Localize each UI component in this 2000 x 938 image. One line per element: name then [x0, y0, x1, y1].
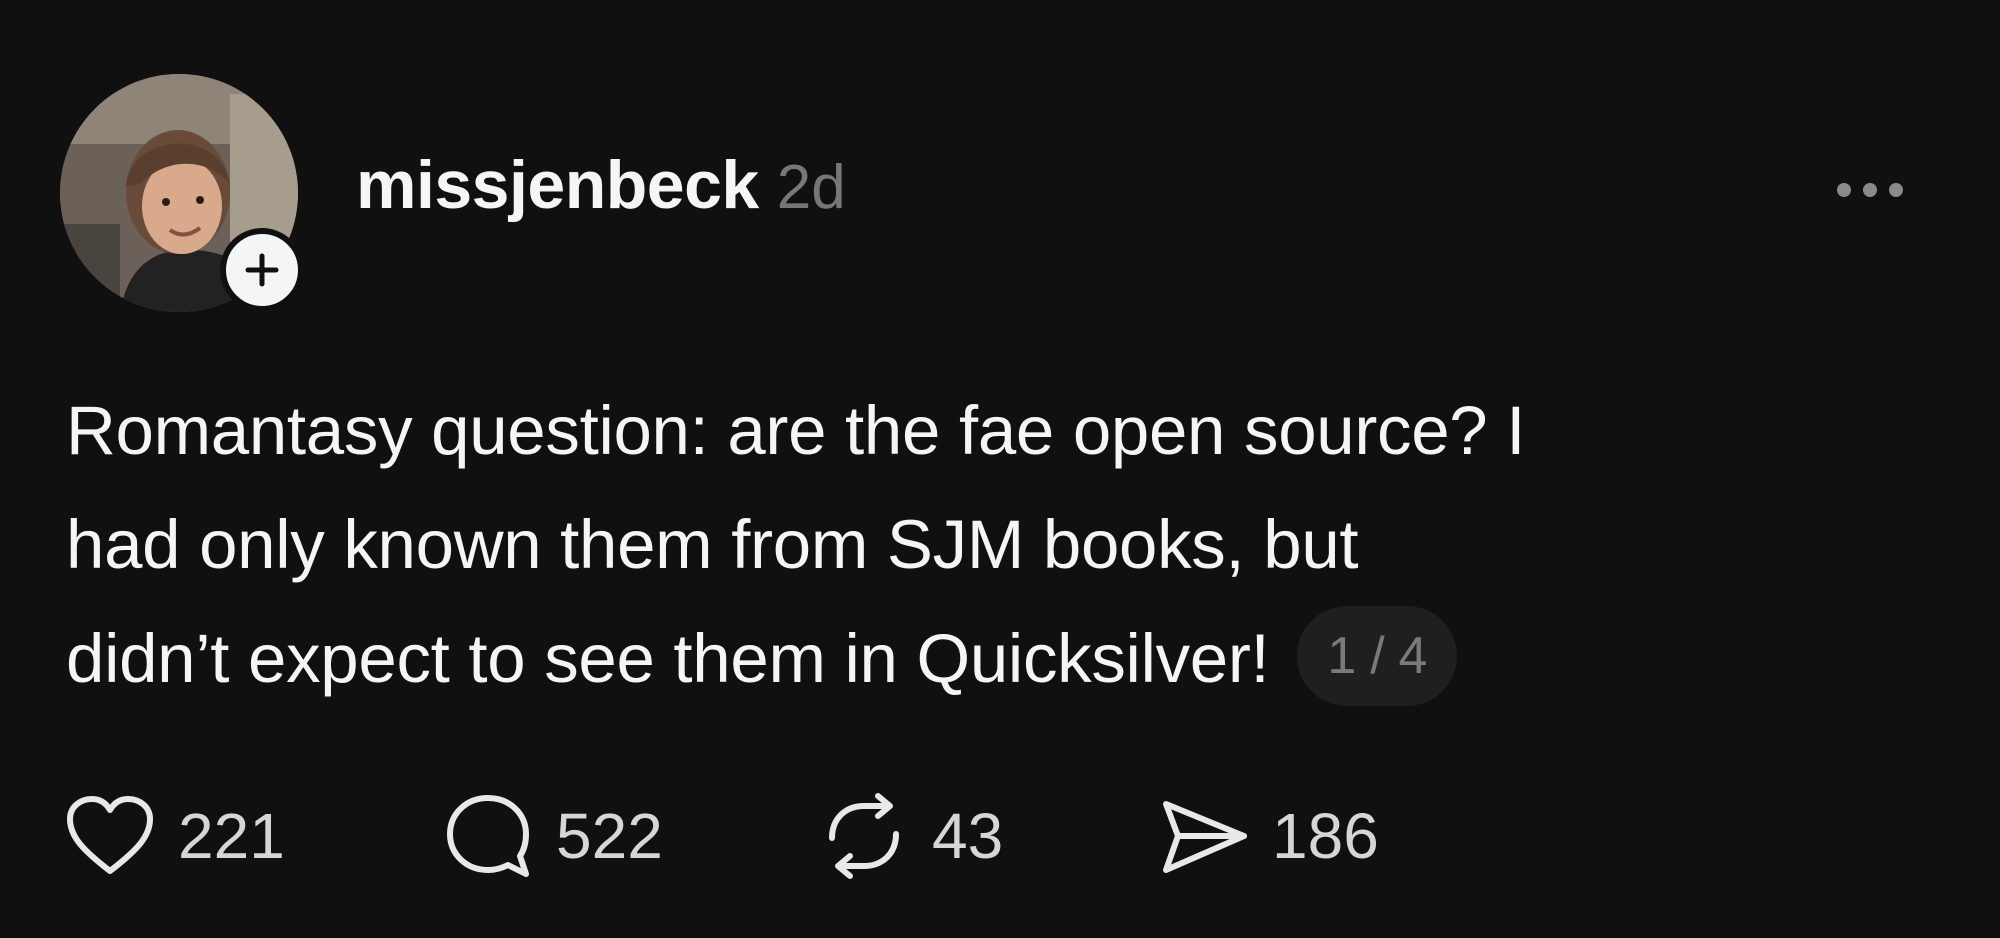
share-count: 186	[1272, 800, 1379, 872]
more-options-button[interactable]	[1820, 168, 1920, 212]
repost-button[interactable]: 43	[818, 790, 1158, 882]
plus-icon	[245, 253, 279, 287]
share-button[interactable]: 186	[1158, 790, 1379, 882]
thread-post: missjenbeck 2d Romantasy question: are t…	[0, 0, 2000, 938]
post-header: missjenbeck 2d	[356, 146, 846, 230]
repost-icon	[829, 793, 899, 879]
more-horizontal-icon-dot	[1863, 183, 1877, 197]
like-count: 221	[178, 800, 285, 872]
action-bar: 221 522 43 186	[64, 790, 1379, 882]
reply-button[interactable]: 522	[442, 790, 818, 882]
reply-count: 522	[556, 800, 663, 872]
more-horizontal-icon-dot	[1889, 183, 1903, 197]
post-text-line: Romantasy question: are the fae open sou…	[66, 392, 1526, 469]
post-text-line: didn’t expect to see them in Quicksilver…	[66, 620, 1270, 697]
username-link[interactable]: missjenbeck	[356, 146, 759, 224]
like-button[interactable]: 221	[64, 793, 442, 879]
repost-count: 43	[932, 800, 1004, 872]
comment-bubble-icon	[447, 795, 529, 877]
send-icon	[1163, 801, 1247, 873]
follow-button[interactable]	[220, 228, 304, 312]
post-text-line: had only known them from SJM books, but	[66, 506, 1359, 583]
more-horizontal-icon	[1837, 183, 1851, 197]
post-text-line-last: didn’t expect to see them in Quicksilver…	[66, 602, 1906, 716]
heart-icon	[67, 796, 153, 874]
post-timestamp[interactable]: 2d	[777, 152, 846, 223]
thread-page-counter: 1 / 4	[1297, 605, 1458, 706]
post-body-text: Romantasy question: are the fae open sou…	[66, 374, 1906, 716]
